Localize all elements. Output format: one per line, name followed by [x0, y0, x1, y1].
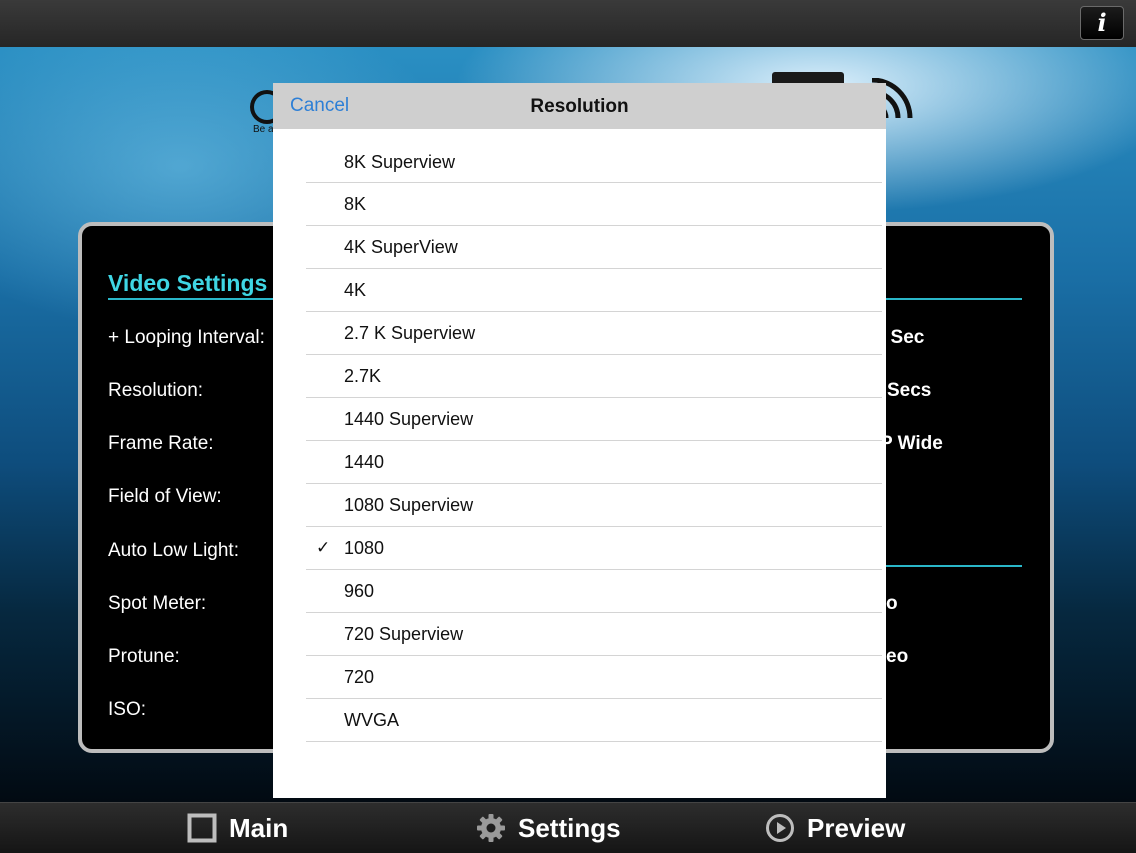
- popover-title: Resolution: [530, 96, 629, 117]
- video-settings-title: Video Settings: [108, 270, 268, 296]
- field-of-view-value: P Wide: [880, 433, 943, 454]
- spot-meter-label[interactable]: Spot Meter:: [108, 593, 206, 615]
- option-label: 4K SuperView: [344, 237, 458, 257]
- option-label: 2.7 K Superview: [344, 323, 476, 343]
- square-icon: [187, 813, 217, 843]
- tab-preview[interactable]: Preview: [765, 803, 905, 853]
- resolution-option-2-7k-superview[interactable]: 2.7 K Superview: [306, 312, 882, 355]
- field-of-view-label[interactable]: Field of View:: [108, 486, 222, 508]
- resolution-option-1080-superview[interactable]: 1080 Superview: [306, 484, 882, 527]
- resolution-options-list: 8K Superview 8K 4K SuperView 4K 2.7 K Su…: [306, 141, 882, 742]
- bottom-tab-bar: Main Settings Preview: [0, 802, 1136, 853]
- option-label: 8K: [344, 194, 367, 214]
- spot-meter-value: o: [886, 593, 898, 614]
- resolution-option-8k[interactable]: 8K: [306, 183, 882, 226]
- resolution-option-720[interactable]: 720: [306, 656, 882, 699]
- tab-settings-label: Settings: [518, 812, 621, 843]
- protune-value: eo: [886, 646, 909, 667]
- tab-main[interactable]: Main: [187, 803, 288, 853]
- option-label: 1080: [344, 538, 385, 558]
- resolution-option-2-7k[interactable]: 2.7K: [306, 355, 882, 398]
- resolution-option-960[interactable]: 960: [306, 570, 882, 613]
- resolution-option-1440[interactable]: 1440: [306, 441, 882, 484]
- brand-tagline: Be a: [253, 124, 274, 135]
- play-circle-icon: [766, 814, 794, 842]
- resolution-option-8k-superview[interactable]: 8K Superview: [306, 141, 882, 183]
- looping-interval-value: / Sec: [880, 327, 925, 348]
- tab-preview-label: Preview: [807, 812, 906, 843]
- resolution-option-wvga[interactable]: WVGA: [306, 699, 882, 742]
- tab-settings[interactable]: Settings: [476, 803, 621, 853]
- section-divider: [886, 298, 1022, 300]
- auto-low-light-label[interactable]: Auto Low Light:: [108, 540, 239, 562]
- option-label: 4K: [344, 280, 367, 300]
- top-bar: i: [0, 0, 1136, 47]
- protune-label[interactable]: Protune:: [108, 646, 180, 668]
- resolution-option-1080[interactable]: ✓ 1080: [306, 527, 882, 570]
- iso-label[interactable]: ISO:: [108, 699, 146, 721]
- frame-rate-label[interactable]: Frame Rate:: [108, 433, 214, 455]
- resolution-label[interactable]: Resolution:: [108, 380, 203, 402]
- option-label: 8K Superview: [344, 152, 456, 172]
- popover-header: Cancel Resolution: [273, 83, 886, 129]
- option-label: WVGA: [344, 710, 400, 730]
- resolution-value: Secs: [887, 380, 932, 401]
- option-label: 1080 Superview: [344, 495, 474, 515]
- checkmark-icon: ✓: [316, 538, 331, 557]
- option-label: 720: [344, 667, 375, 687]
- option-label: 2.7K: [344, 366, 382, 386]
- resolution-option-4k[interactable]: 4K: [306, 269, 882, 312]
- section-divider: [886, 565, 1022, 567]
- resolution-option-720-superview[interactable]: 720 Superview: [306, 613, 882, 656]
- tab-main-label: Main: [229, 812, 289, 843]
- option-label: 1440 Superview: [344, 409, 474, 429]
- resolution-option-4k-superview[interactable]: 4K SuperView: [306, 226, 882, 269]
- option-label: 1440: [344, 452, 385, 472]
- gear-icon: [477, 814, 505, 842]
- option-label: 960: [344, 581, 375, 601]
- looping-interval-label[interactable]: + Looping Interval:: [108, 327, 265, 349]
- resolution-option-1440-superview[interactable]: 1440 Superview: [306, 398, 882, 441]
- option-label: 720 Superview: [344, 624, 464, 644]
- resolution-popover: Cancel Resolution 8K Superview 8K 4K Sup…: [273, 83, 886, 798]
- section-divider: [108, 298, 278, 300]
- info-button[interactable]: i: [1080, 6, 1124, 40]
